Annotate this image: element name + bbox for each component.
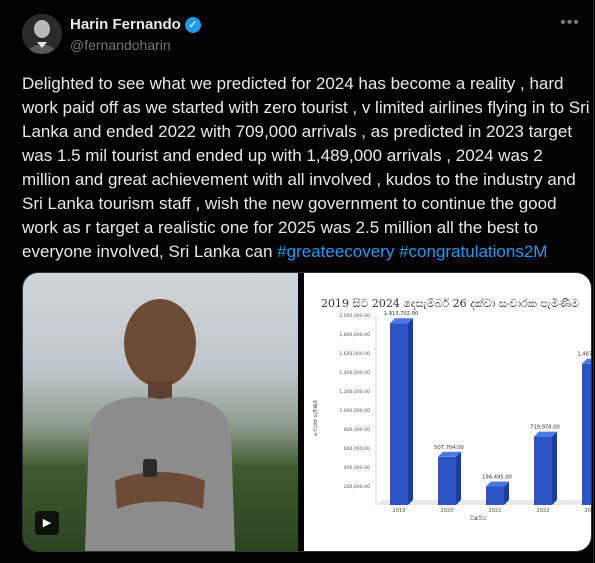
bar	[486, 486, 504, 505]
bar-side	[408, 318, 413, 505]
display-name[interactable]: Harin Fernando	[70, 16, 181, 33]
y-tick-label: 800,000.00	[344, 427, 370, 433]
verified-badge-icon: ✓	[184, 16, 201, 33]
tweet-header: Harin Fernando ✓ @fernandoharin •••	[22, 14, 582, 58]
bar	[582, 363, 591, 505]
video-thumbnail[interactable]: ▶	[23, 273, 298, 551]
data-label: 1,487,303.0	[577, 352, 591, 358]
bar	[390, 323, 408, 505]
x-tick-label: 2023	[584, 508, 591, 514]
y-tick-label: 200,000.00	[344, 484, 370, 490]
bar	[534, 436, 552, 505]
tweet-text: Delighted to see what we predicted for 2…	[22, 72, 590, 264]
bar-side	[552, 431, 557, 505]
data-label: 507,704.00	[434, 445, 464, 451]
y-axis-label: සංචාරක පැමිණීම	[312, 399, 319, 436]
y-tick-label: 1,200,000.00	[339, 389, 370, 395]
more-options-icon[interactable]: •••	[558, 14, 582, 38]
bar-side	[456, 451, 461, 505]
play-icon[interactable]: ▶	[35, 511, 59, 535]
tweet-card: Harin Fernando ✓ @fernandoharin ••• Deli…	[0, 0, 594, 563]
y-tick-label: 1,600,000.00	[339, 351, 370, 357]
y-tick-label: 1,000,000.00	[339, 408, 370, 414]
bar-top	[582, 358, 591, 364]
avatar[interactable]	[22, 14, 62, 54]
chart-image[interactable]: 2019 සිට 2024 දෙසැම්බර් 26 දක්වා සංචාරක …	[304, 273, 591, 551]
media-grid: ▶ 2019 සිට 2024 දෙසැම්බර් 26 දක්වා සංචාර…	[22, 272, 592, 552]
x-tick-label: 2019	[392, 508, 405, 514]
person-figure	[85, 299, 235, 551]
x-tick-label: 2021	[488, 508, 501, 514]
data-label: 719,978.00	[530, 425, 560, 431]
data-label: 194,495.00	[482, 475, 512, 481]
hashtag-link[interactable]: #greateecovery	[277, 242, 394, 261]
x-axis-label: වර්ෂය	[470, 515, 487, 522]
chart-title: 2019 සිට 2024 දෙසැම්බර් 26 දක්වා සංචාරක …	[321, 296, 579, 310]
bar	[438, 456, 456, 505]
x-tick-label: 2020	[440, 508, 453, 514]
y-tick-label: 2,000,000.00	[339, 313, 370, 319]
tweet-body: Delighted to see what we predicted for 2…	[22, 74, 590, 261]
y-tick-label: 1,800,000.00	[339, 332, 370, 338]
data-label: 1,913,702.00	[384, 311, 419, 317]
avatar-image	[22, 14, 62, 54]
y-tick-label: 600,000.00	[344, 446, 370, 452]
user-handle[interactable]: @fernandoharin	[70, 37, 171, 53]
y-tick-label: 1,400,000.00	[339, 370, 370, 376]
hashtag-link[interactable]: #congratulations2M	[399, 242, 547, 261]
y-tick-label: 400,000.00	[344, 465, 370, 471]
bar-chart: 2019 සිට 2024 දෙසැම්බර් 26 දක්වා සංචාරක …	[312, 296, 591, 522]
x-tick-label: 2022	[536, 508, 549, 514]
